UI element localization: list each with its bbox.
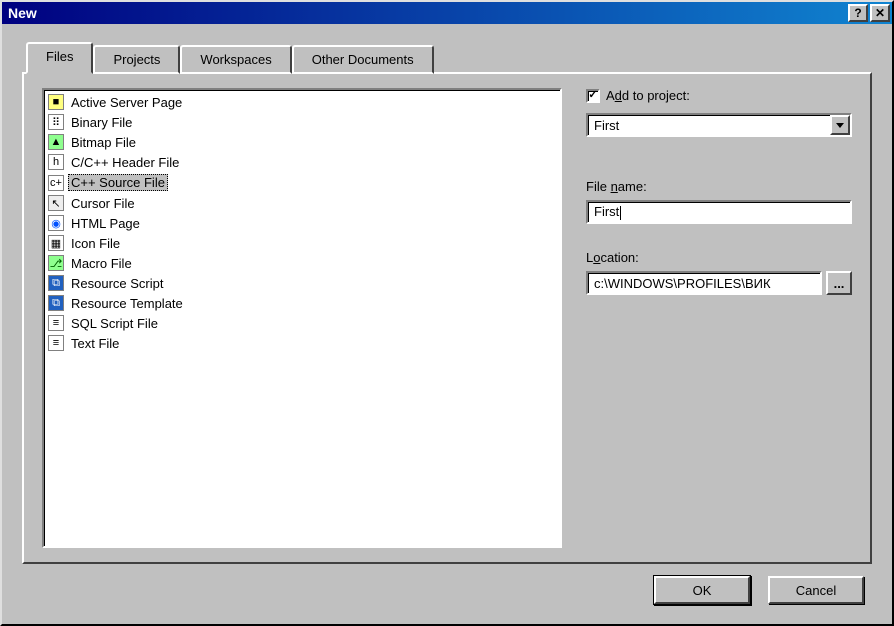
client-area: Files Projects Workspaces Other Document…	[2, 24, 892, 624]
filename-input[interactable]: First	[586, 200, 852, 224]
list-item[interactable]: ⠿ Binary File	[44, 112, 560, 132]
list-item[interactable]: ▲ Bitmap File	[44, 132, 560, 152]
tab-label: Workspaces	[200, 52, 271, 67]
res-icon: ⧉	[48, 295, 64, 311]
location-input[interactable]: c:\WINDOWS\PROFILES\ВИК	[586, 271, 822, 295]
list-item[interactable]: ▦ Icon File	[44, 233, 560, 253]
ok-button[interactable]: OK	[654, 576, 750, 604]
list-item-label: SQL Script File	[68, 316, 161, 331]
dialog-buttons: OK Cancel	[22, 564, 872, 610]
bmp-icon: ▲	[48, 134, 64, 150]
tab-label: Files	[46, 49, 73, 64]
add-to-project-checkbox[interactable]	[586, 89, 600, 103]
window-title: New	[8, 5, 846, 21]
list-item-label: C/C++ Header File	[68, 155, 182, 170]
close-button[interactable]: ✕	[870, 4, 890, 22]
cancel-button[interactable]: Cancel	[768, 576, 864, 604]
dialog-new: New ? ✕ Files Projects Workspaces Other …	[0, 0, 894, 626]
list-item-label: Cursor File	[68, 196, 138, 211]
tab-workspaces[interactable]: Workspaces	[180, 45, 291, 74]
tab-label: Projects	[113, 52, 160, 67]
help-icon: ?	[854, 7, 861, 19]
list-item-label: Resource Template	[68, 296, 186, 311]
tabstrip: Files Projects Workspaces Other Document…	[22, 42, 872, 74]
filename-label: File name:	[586, 179, 852, 194]
list-item[interactable]: c+C++ Source File	[44, 172, 560, 193]
h-icon: h	[48, 154, 64, 170]
list-item-label: Macro File	[68, 256, 135, 271]
tab-panel-files: ■ Active Server Page ⠿ Binary File ▲ Bitmap F…	[22, 72, 872, 564]
bin-icon: ⠿	[48, 114, 64, 130]
list-item-label: Icon File	[68, 236, 123, 251]
list-item[interactable]: ⧉ Resource Script	[44, 273, 560, 293]
list-item-label: Binary File	[68, 115, 135, 130]
location-label: Location:	[586, 250, 852, 265]
list-item[interactable]: ≡ SQL Script File	[44, 313, 560, 333]
add-to-project-label: Add to project:	[606, 88, 690, 103]
project-combobox-dropdown-button[interactable]	[830, 115, 850, 135]
tab-label: Other Documents	[312, 52, 414, 67]
list-item-label: Resource Script	[68, 276, 166, 291]
cur-icon: ↖	[48, 195, 64, 211]
project-combobox-value: First	[588, 115, 830, 135]
filename-value: First	[594, 204, 621, 220]
cancel-label: Cancel	[796, 583, 836, 598]
list-item[interactable]: ≡ Text File	[44, 333, 560, 353]
list-item-label: C++ Source File	[68, 174, 168, 191]
file-type-listbox[interactable]: ■ Active Server Page ⠿ Binary File ▲ Bitmap F…	[42, 88, 562, 548]
add-to-project-row: Add to project:	[586, 88, 852, 103]
browse-label: ...	[834, 276, 845, 291]
list-item[interactable]: ◉ HTML Page	[44, 213, 560, 233]
list-item-label: HTML Page	[68, 216, 143, 231]
close-icon: ✕	[875, 7, 885, 19]
list-item[interactable]: ⧉ Resource Template	[44, 293, 560, 313]
macro-icon: ⎇	[48, 255, 64, 271]
list-item-label: Bitmap File	[68, 135, 139, 150]
res-icon: ⧉	[48, 275, 64, 291]
browse-button[interactable]: ...	[826, 271, 852, 295]
txt-icon: ≡	[48, 335, 64, 351]
cpp-icon: c+	[48, 175, 64, 191]
right-pane: Add to project: First File name: First L…	[586, 88, 852, 548]
list-item-label: Active Server Page	[68, 95, 185, 110]
chevron-down-icon	[836, 123, 844, 128]
help-button[interactable]: ?	[848, 4, 868, 22]
list-item[interactable]: ↖ Cursor File	[44, 193, 560, 213]
project-combobox[interactable]: First	[586, 113, 852, 137]
list-item[interactable]: ⎇ Macro File	[44, 253, 560, 273]
asp-icon: ■	[48, 94, 64, 110]
location-value: c:\WINDOWS\PROFILES\ВИК	[594, 276, 771, 291]
ico-icon: ▦	[48, 235, 64, 251]
list-item-label: Text File	[68, 336, 122, 351]
list-item[interactable]: h C/C++ Header File	[44, 152, 560, 172]
tab-other-documents[interactable]: Other Documents	[292, 45, 434, 74]
tab-files[interactable]: Files	[26, 42, 93, 74]
html-icon: ◉	[48, 215, 64, 231]
tab-projects[interactable]: Projects	[93, 45, 180, 74]
list-item[interactable]: ■ Active Server Page	[44, 92, 560, 112]
location-row: c:\WINDOWS\PROFILES\ВИК ...	[586, 271, 852, 295]
titlebar[interactable]: New ? ✕	[2, 2, 892, 24]
txt-icon: ≡	[48, 315, 64, 331]
ok-label: OK	[693, 583, 712, 598]
